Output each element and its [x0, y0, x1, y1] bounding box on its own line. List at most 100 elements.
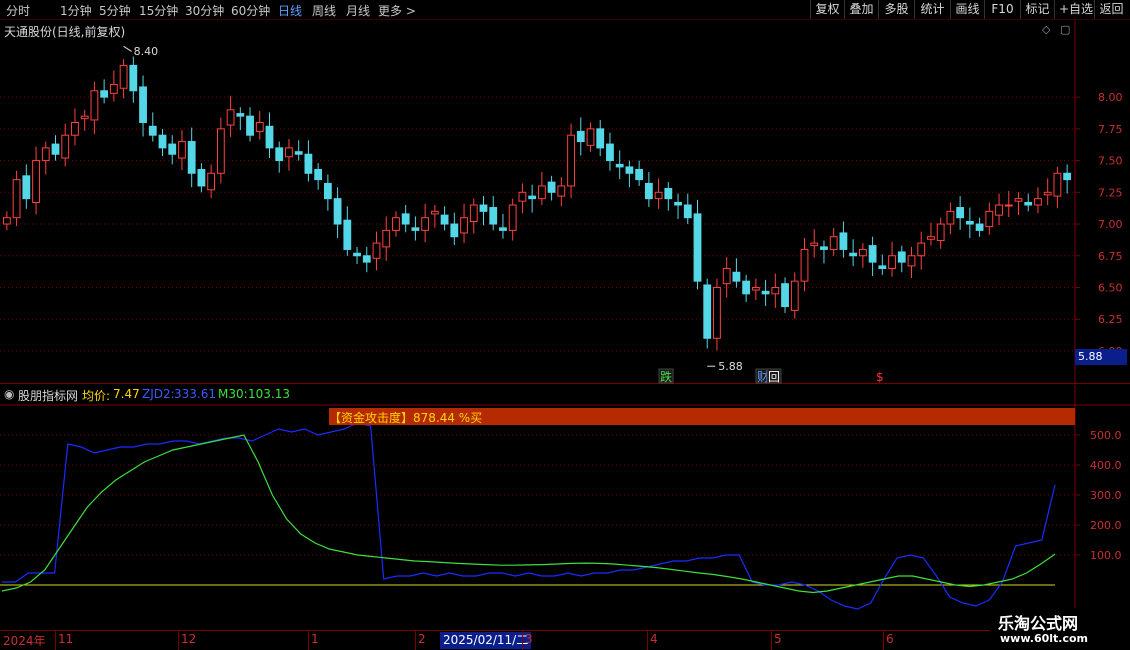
- candle-body: [1014, 198, 1023, 202]
- overlay-button[interactable]: 叠加: [844, 0, 878, 19]
- indicator-tick-label: 100.0: [1090, 549, 1122, 562]
- candle-body: [965, 221, 974, 225]
- candle-body: [90, 90, 99, 121]
- candle-body: [917, 242, 926, 257]
- candle-body: [878, 265, 887, 269]
- candle-body: [674, 201, 682, 206]
- panel-toggle-icon[interactable]: ◉: [4, 387, 14, 401]
- month-label-2: 2: [418, 632, 426, 646]
- candle-body: [323, 182, 332, 200]
- candle-body: [956, 207, 965, 219]
- candle-body: [489, 207, 498, 225]
- candle-body: [109, 83, 118, 94]
- mark-button[interactable]: 标记: [1020, 0, 1054, 19]
- month-tick: [178, 631, 179, 650]
- high-price-label: 8.40: [134, 45, 159, 58]
- candle-body: [888, 255, 896, 269]
- back-button[interactable]: 返回: [1094, 0, 1128, 19]
- candle-body: [333, 198, 342, 225]
- candlestick-chart[interactable]: 6.006.256.506.757.007.257.507.758.008.40…: [0, 20, 1130, 384]
- event-marker: $: [876, 370, 884, 384]
- candle-body: [168, 143, 177, 155]
- month-label-1: 1: [311, 632, 319, 646]
- event-marker: 回: [768, 370, 780, 384]
- candle-body: [596, 128, 605, 149]
- period-tab-1min[interactable]: 1分钟: [60, 2, 92, 19]
- period-tab-30min[interactable]: 30分钟: [185, 2, 224, 19]
- candle-body: [1004, 204, 1013, 207]
- m30-label: M30:: [218, 387, 248, 401]
- candle-body: [41, 147, 50, 162]
- candle-body: [343, 219, 352, 250]
- multi-stock-button[interactable]: 多股: [878, 0, 914, 19]
- year-label: 2024年: [3, 634, 46, 648]
- candle-body: [732, 271, 741, 282]
- zjd2-label: ZJD2:: [142, 387, 175, 401]
- current-price-tag: 5.88: [1075, 349, 1127, 365]
- candle-body: [995, 204, 1003, 216]
- square-icon[interactable]: ▢: [1060, 23, 1070, 36]
- candle-body: [1053, 172, 1062, 197]
- candle-body: [207, 172, 216, 191]
- candle-body: [430, 210, 439, 215]
- candle-body: [246, 115, 254, 136]
- candle-body: [820, 246, 828, 250]
- candle-body: [139, 86, 147, 123]
- candle-body: [285, 147, 293, 158]
- indicator-tick-label: 400.0: [1090, 459, 1122, 472]
- candle-body: [469, 204, 478, 222]
- period-tab-60min[interactable]: 60分钟: [231, 2, 270, 19]
- period-tab-daily[interactable]: 日线: [278, 2, 302, 19]
- candle-body: [51, 143, 60, 155]
- candle-body: [537, 185, 546, 200]
- month-tick: [771, 631, 772, 650]
- candle-body: [100, 90, 109, 98]
- candle-body: [499, 227, 507, 231]
- candle-body: [479, 204, 488, 212]
- price-tick-label: 6.50: [1098, 282, 1123, 295]
- candle-body: [460, 217, 468, 234]
- candle-body: [771, 287, 780, 295]
- period-tab-5min[interactable]: 5分钟: [99, 2, 131, 19]
- draw-line-button[interactable]: 画线: [950, 0, 984, 19]
- period-tab-more[interactable]: 更多 >: [378, 2, 416, 19]
- candle-body: [800, 248, 809, 282]
- candle-body: [216, 128, 225, 174]
- candle-body: [1024, 201, 1033, 206]
- candle-body: [985, 210, 994, 228]
- candle-body: [722, 267, 731, 285]
- candle-body: [226, 109, 235, 126]
- period-tab-15min[interactable]: 15分钟: [139, 2, 178, 19]
- month-label-3: 3: [525, 632, 533, 646]
- candle-body: [868, 245, 877, 263]
- indicator-tick-label: 500.0: [1090, 429, 1122, 442]
- period-tab-intraday[interactable]: 分时: [6, 2, 30, 19]
- candle-body: [839, 232, 848, 250]
- candle-body: [148, 125, 157, 136]
- adjust-button[interactable]: 复权: [810, 0, 844, 19]
- candle-body: [1063, 172, 1072, 181]
- candle-body: [625, 166, 634, 174]
- price-tick-label: 8.00: [1098, 91, 1123, 104]
- candle-body: [353, 252, 361, 257]
- candle-body: [810, 242, 819, 247]
- diamond-icon[interactable]: ◇: [1042, 23, 1050, 36]
- candle-body: [401, 213, 410, 225]
- stock-title: 天通股份(日线,前复权): [4, 25, 126, 39]
- candle-body: [508, 204, 517, 231]
- add-watchlist-button[interactable]: +自选: [1054, 0, 1094, 19]
- price-tick-label: 7.25: [1098, 186, 1123, 199]
- price-chart-panel[interactable]: 6.006.256.506.757.007.257.507.758.008.40…: [0, 20, 1130, 384]
- candle-body: [615, 163, 624, 168]
- month-label-12: 12: [181, 632, 197, 646]
- candle-body: [1043, 191, 1052, 196]
- statistics-button[interactable]: 统计: [914, 0, 950, 19]
- f10-button[interactable]: F10: [984, 0, 1020, 19]
- high-pointer: [123, 45, 132, 52]
- avg-value: 7.47: [113, 387, 140, 401]
- period-tab-monthly[interactable]: 月线: [346, 2, 370, 19]
- candle-body: [557, 185, 566, 197]
- low-price-label: 5.88: [718, 360, 743, 373]
- month-tick: [308, 631, 309, 650]
- period-tab-weekly[interactable]: 周线: [312, 2, 336, 19]
